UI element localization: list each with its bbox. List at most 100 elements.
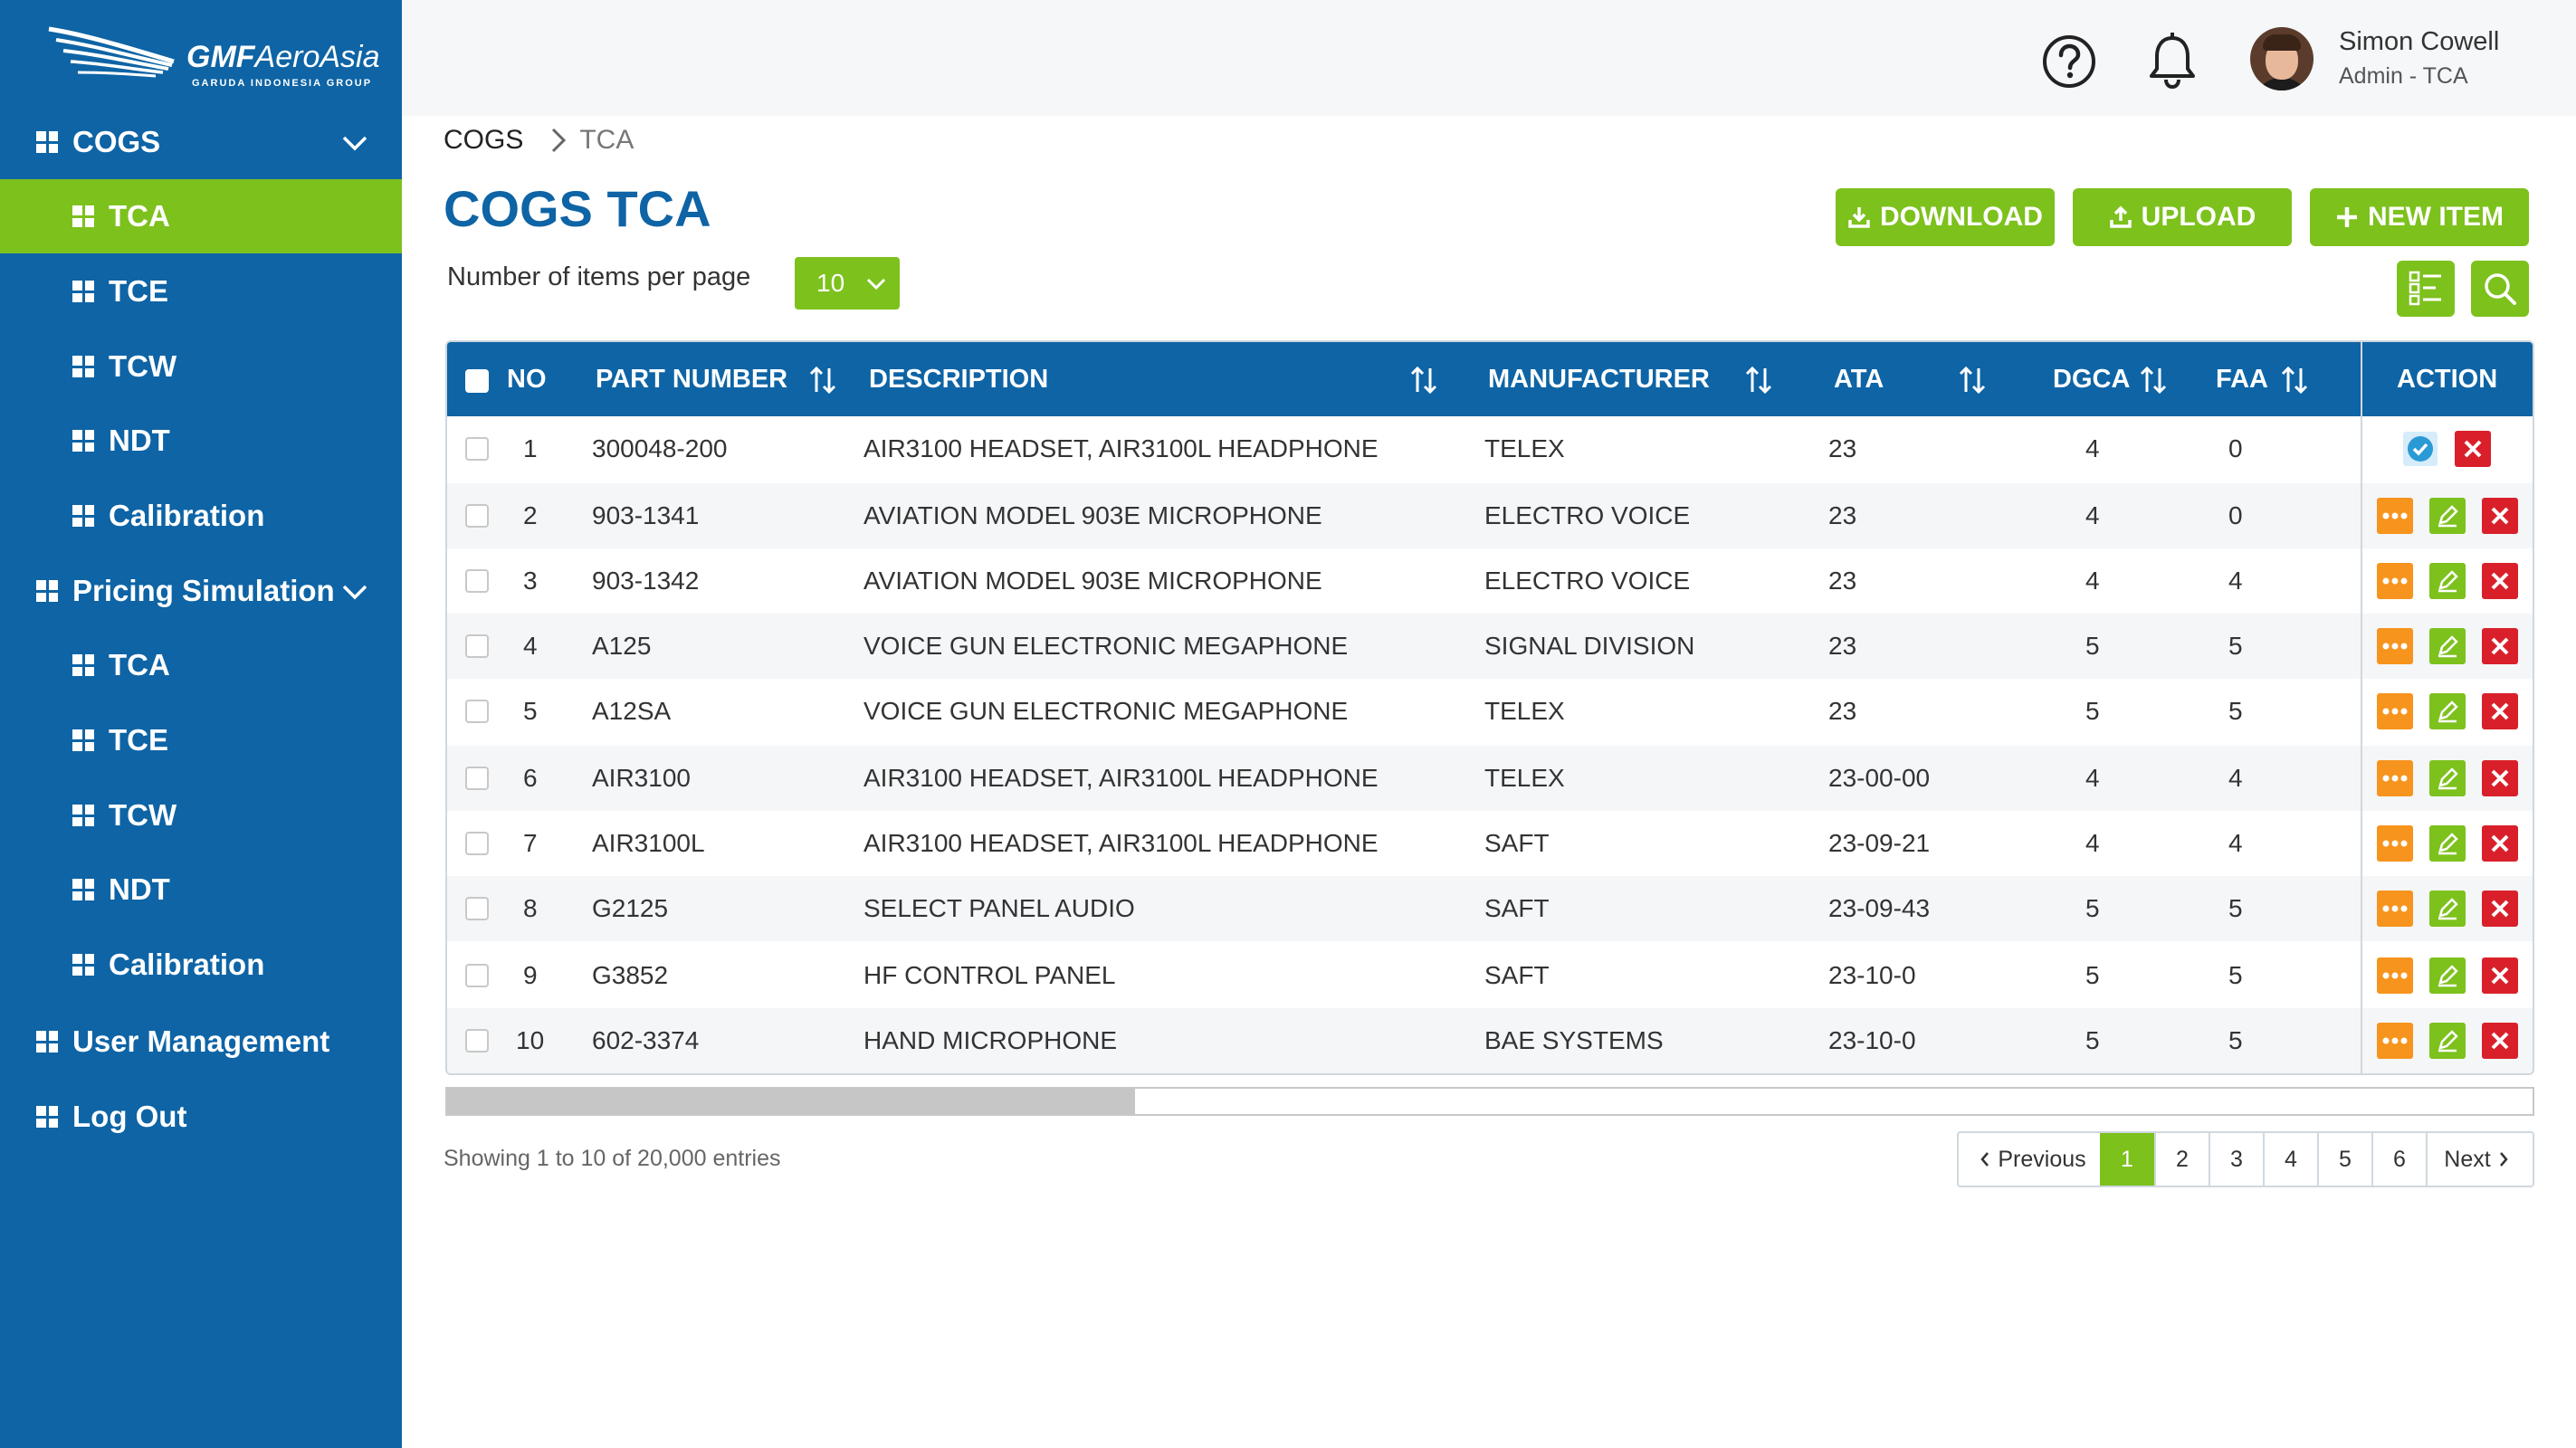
sidebar-item-log-out[interactable]: Log Out xyxy=(0,1080,402,1154)
row-checkbox[interactable] xyxy=(465,897,489,920)
row-checkbox[interactable] xyxy=(465,437,489,461)
row-checkbox[interactable] xyxy=(465,700,489,723)
col-part-number[interactable]: PART NUMBER xyxy=(596,342,787,416)
column-settings-button[interactable] xyxy=(2397,261,2455,317)
sidebar-item-tca[interactable]: TCA xyxy=(0,628,402,702)
delete-button[interactable] xyxy=(2482,498,2518,534)
edit-button[interactable] xyxy=(2429,1023,2466,1059)
more-button[interactable] xyxy=(2377,760,2413,796)
previous-page-button[interactable]: Previous xyxy=(1959,1133,2100,1186)
delete-button[interactable] xyxy=(2482,693,2518,729)
breadcrumb-cogs[interactable]: COGS xyxy=(444,125,523,156)
page-button-4[interactable]: 4 xyxy=(2263,1133,2317,1186)
page-button-5[interactable]: 5 xyxy=(2317,1133,2371,1186)
more-button[interactable] xyxy=(2377,563,2413,599)
table-row[interactable]: 2 903-1341 AVIATION MODEL 903E MICROPHONE E… xyxy=(447,483,2533,548)
bell-icon[interactable] xyxy=(2145,33,2199,90)
download-button[interactable]: DOWNLOAD xyxy=(1836,188,2055,246)
row-checkbox[interactable] xyxy=(465,634,489,658)
sidebar-item-ndt[interactable]: NDT xyxy=(0,404,402,478)
edit-button[interactable] xyxy=(2429,957,2466,994)
edit-button[interactable] xyxy=(2429,498,2466,534)
gmf-logo[interactable]: GMFAeroAsia GARUDA INDONESIA GROUP xyxy=(47,25,380,98)
sort-icon[interactable] xyxy=(1743,365,1774,395)
approve-button[interactable] xyxy=(2402,431,2438,467)
scrollbar-thumb[interactable] xyxy=(447,1089,1135,1114)
upload-button[interactable]: UPLOAD xyxy=(2073,188,2292,246)
edit-button[interactable] xyxy=(2429,563,2466,599)
sidebar-item-ndt[interactable]: NDT xyxy=(0,853,402,927)
sidebar-item-tce[interactable]: TCE xyxy=(0,254,402,329)
table-row[interactable]: 4 A125 VOICE GUN ELECTRONIC MEGAPHONE SIGNA… xyxy=(447,614,2533,679)
sidebar-item-cogs[interactable]: COGS xyxy=(0,105,402,179)
delete-button[interactable] xyxy=(2482,1023,2518,1059)
row-checkbox[interactable] xyxy=(465,964,489,987)
items-per-page-select[interactable]: 10 xyxy=(795,257,900,310)
sidebar-item-tce[interactable]: TCE xyxy=(0,703,402,777)
more-button[interactable] xyxy=(2377,498,2413,534)
col-ata[interactable]: ATA xyxy=(1834,342,1884,416)
col-faa[interactable]: FAA xyxy=(2216,342,2268,416)
horizontal-scrollbar[interactable] xyxy=(445,1087,2534,1116)
sort-icon[interactable] xyxy=(2279,365,2310,395)
table-row[interactable]: 3 903-1342 AVIATION MODEL 903E MICROPHONE E… xyxy=(447,548,2533,614)
sidebar-item-pricing-simulation[interactable]: Pricing Simulation xyxy=(0,554,402,628)
table-row[interactable]: 5 A12SA VOICE GUN ELECTRONIC MEGAPHONE TELE… xyxy=(447,679,2533,744)
delete-button[interactable] xyxy=(2482,825,2518,862)
edit-button[interactable] xyxy=(2429,760,2466,796)
col-dgca[interactable]: DGCA xyxy=(2053,342,2130,416)
avatar[interactable] xyxy=(2250,27,2314,90)
chevron-down-icon[interactable] xyxy=(339,576,371,608)
page-button-6[interactable]: 6 xyxy=(2371,1133,2426,1186)
more-button[interactable] xyxy=(2377,1023,2413,1059)
table-row[interactable]: 8 G2125 SELECT PANEL AUDIO SAFT 23-09-43 5 5 xyxy=(447,876,2533,941)
table-row[interactable]: 10 602-3374 HAND MICROPHONE BAE SYSTEMS 23-1… xyxy=(447,1008,2533,1073)
col-manufacturer[interactable]: MANUFACTURER xyxy=(1488,342,1710,416)
user-name[interactable]: Simon Cowell xyxy=(2339,27,2499,57)
delete-button[interactable] xyxy=(2482,760,2518,796)
sidebar-item-tcw[interactable]: TCW xyxy=(0,778,402,853)
page-button-2[interactable]: 2 xyxy=(2154,1133,2209,1186)
delete-button[interactable] xyxy=(2482,628,2518,664)
delete-button[interactable] xyxy=(2482,891,2518,927)
row-checkbox[interactable] xyxy=(465,767,489,790)
row-checkbox[interactable] xyxy=(465,1029,489,1053)
help-icon[interactable] xyxy=(2042,34,2096,89)
search-button[interactable] xyxy=(2471,261,2529,317)
more-button[interactable] xyxy=(2377,628,2413,664)
select-all-checkbox[interactable] xyxy=(465,369,489,393)
sidebar-item-user-management[interactable]: User Management xyxy=(0,1005,402,1079)
page-button-1[interactable]: 1 xyxy=(2100,1133,2154,1186)
edit-button[interactable] xyxy=(2429,825,2466,862)
row-checkbox[interactable] xyxy=(465,504,489,528)
more-button[interactable] xyxy=(2377,693,2413,729)
table-row[interactable]: 6 AIR3100 AIR3100 HEADSET, AIR3100L HEADPH… xyxy=(447,746,2533,811)
sort-icon[interactable] xyxy=(2138,365,2169,395)
sidebar-item-calibration[interactable]: Calibration xyxy=(0,479,402,553)
sort-icon[interactable] xyxy=(807,365,838,395)
table-row[interactable]: 7 AIR3100L AIR3100 HEADSET, AIR3100L HEADP… xyxy=(447,811,2533,876)
delete-button[interactable] xyxy=(2482,563,2518,599)
table-row[interactable]: 9 G3852 HF CONTROL PANEL SAFT 23-10-0 5 5 xyxy=(447,943,2533,1008)
sidebar-item-tca[interactable]: TCA xyxy=(0,179,402,253)
delete-button[interactable] xyxy=(2455,431,2491,467)
more-button[interactable] xyxy=(2377,957,2413,994)
next-page-button[interactable]: Next xyxy=(2426,1133,2533,1186)
edit-button[interactable] xyxy=(2429,693,2466,729)
edit-button[interactable] xyxy=(2429,628,2466,664)
row-checkbox[interactable] xyxy=(465,569,489,593)
table-row[interactable]: 1 300048-200 AIR3100 HEADSET, AIR3100L HEA… xyxy=(447,416,2533,481)
delete-button[interactable] xyxy=(2482,957,2518,994)
chevron-down-icon[interactable] xyxy=(339,127,371,159)
more-button[interactable] xyxy=(2377,825,2413,862)
edit-button[interactable] xyxy=(2429,891,2466,927)
new-item-button[interactable]: NEW ITEM xyxy=(2310,188,2529,246)
more-button[interactable] xyxy=(2377,891,2413,927)
sort-icon[interactable] xyxy=(1957,365,1988,395)
page-button-3[interactable]: 3 xyxy=(2209,1133,2263,1186)
col-description[interactable]: DESCRIPTION xyxy=(869,342,1048,416)
sidebar-item-calibration[interactable]: Calibration xyxy=(0,928,402,1002)
row-checkbox[interactable] xyxy=(465,832,489,855)
sort-icon[interactable] xyxy=(1408,365,1439,395)
sidebar-item-tcw[interactable]: TCW xyxy=(0,329,402,404)
